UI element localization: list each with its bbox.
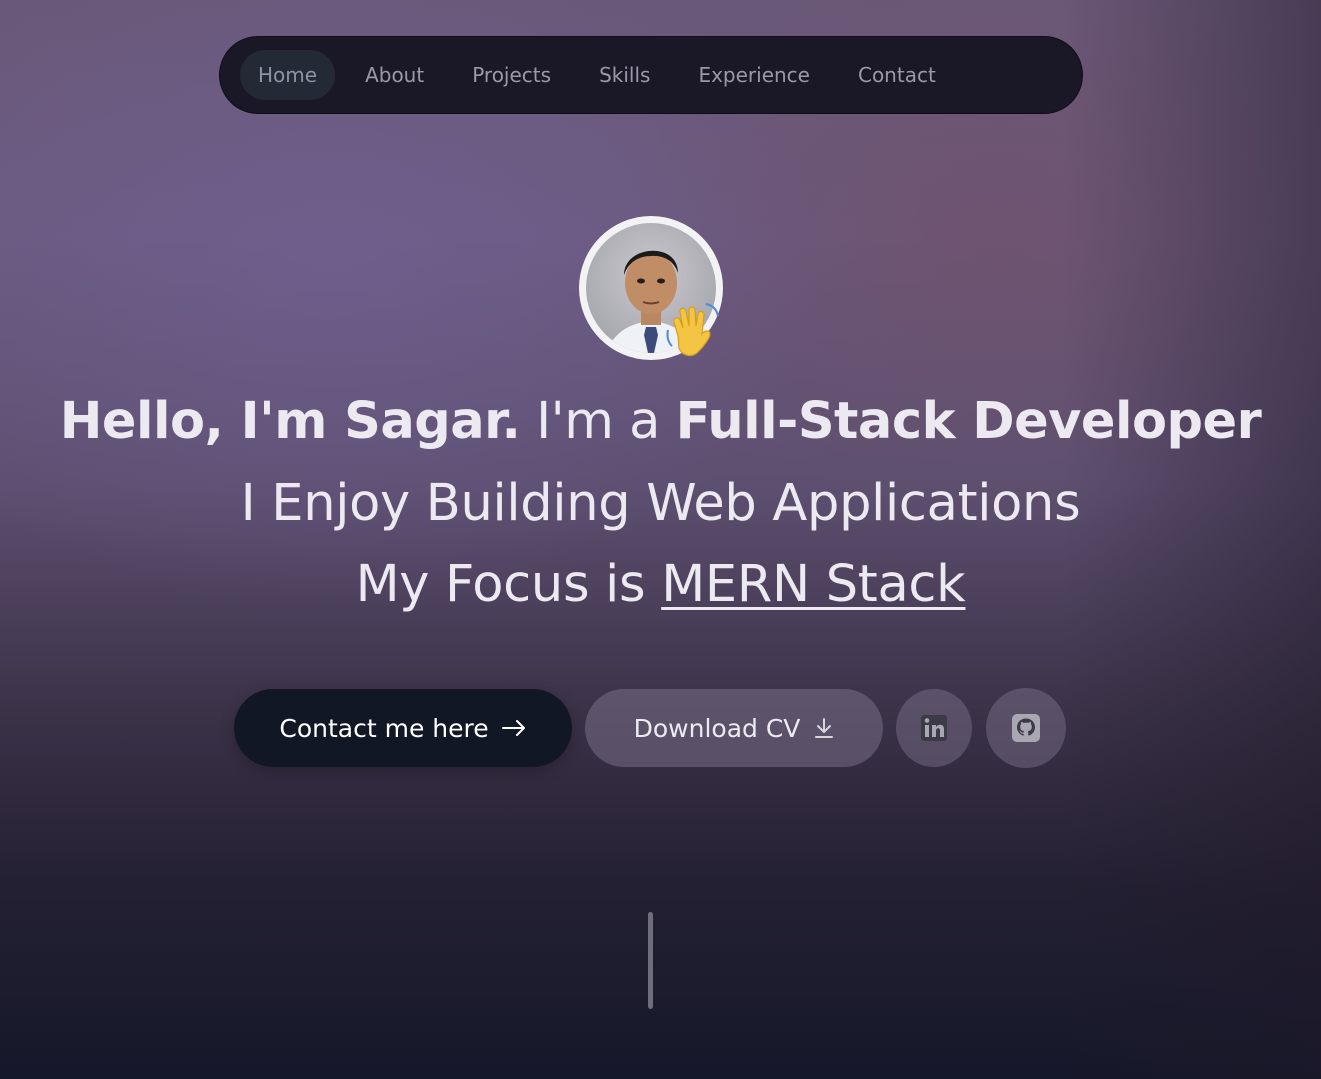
linkedin-button[interactable]	[896, 689, 972, 767]
github-button[interactable]	[986, 688, 1066, 768]
linkedin-icon	[921, 715, 947, 741]
hero-tagline: I Enjoy Building Web Applications	[240, 474, 1081, 533]
contact-me-label: Contact me here	[279, 713, 489, 743]
nav-item-experience[interactable]: Experience	[680, 50, 828, 100]
hero-role: Full-Stack Developer	[675, 392, 1262, 451]
nav-item-about[interactable]: About	[347, 50, 442, 100]
hero-focus-prefix: My Focus is	[355, 555, 646, 614]
waving-hand-icon	[666, 303, 719, 357]
top-navigation: Home About Projects Skills Experience Co…	[219, 36, 1083, 114]
hero-greeting-mid: I'm a	[536, 392, 660, 451]
download-cv-label: Download CV	[633, 713, 801, 743]
github-icon	[1012, 714, 1040, 742]
arrow-right-icon	[501, 720, 525, 736]
nav-item-home[interactable]: Home	[240, 50, 336, 100]
nav-item-skills[interactable]: Skills	[581, 50, 668, 100]
nav-item-contact[interactable]: Contact	[840, 50, 954, 100]
hero-focus-stack: MERN Stack	[661, 555, 966, 614]
scroll-indicator	[648, 912, 653, 1009]
nav-item-projects[interactable]: Projects	[454, 50, 569, 100]
background-vignette	[1061, 0, 1321, 1079]
contact-me-button[interactable]: Contact me here	[234, 689, 572, 767]
hero-focus: My Focus is MERN Stack	[0, 555, 1321, 614]
hero-intro: Hello, I'm Sagar. I'm a Full-Stack Devel…	[0, 392, 1321, 451]
download-icon	[815, 718, 834, 738]
hero-greeting: Hello, I'm Sagar.	[59, 392, 521, 451]
download-cv-button[interactable]: Download CV	[585, 689, 883, 767]
